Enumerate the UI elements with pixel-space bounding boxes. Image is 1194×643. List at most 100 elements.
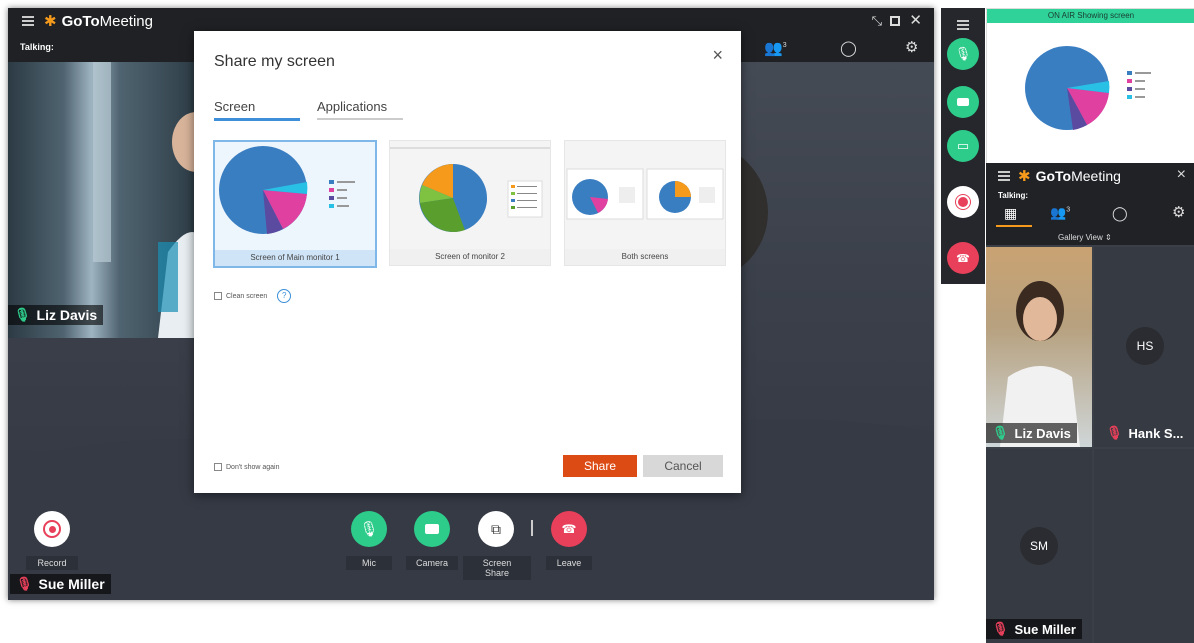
- hang-up-icon: ☎: [956, 252, 970, 265]
- help-icon[interactable]: ?: [277, 289, 292, 303]
- clean-screen-checkbox[interactable]: Clean screen ?: [214, 289, 292, 303]
- screen-share-icon: ⧉: [491, 520, 501, 537]
- mic-on-icon: 🎙: [14, 307, 31, 322]
- app-logo: ✱ GoTo Meeting: [1018, 167, 1121, 185]
- leave-button[interactable]: ☎: [551, 511, 587, 547]
- leave-button[interactable]: ☎: [947, 242, 979, 274]
- cancel-button[interactable]: Cancel: [643, 455, 723, 477]
- dual-screen-preview-icon: [566, 168, 724, 220]
- dialog-title: Share my screen: [214, 53, 335, 70]
- record-icon: [43, 520, 61, 538]
- screen-share-preview: ON AIR Showing screen: [986, 8, 1194, 165]
- attendee-count: 3: [1066, 206, 1071, 214]
- close-window-icon[interactable]: ×: [1177, 166, 1186, 184]
- record-icon: [958, 197, 968, 207]
- grid-view-icon[interactable]: ▦: [1004, 205, 1017, 222]
- gotomeeting-flower-icon: ✱: [44, 13, 57, 30]
- screen-share-label: Screen Share: [463, 556, 531, 580]
- active-tab-indicator: [996, 225, 1032, 227]
- talking-label: Talking:: [20, 42, 54, 52]
- screen-share-button[interactable]: ▭: [947, 130, 979, 162]
- dont-show-again-checkbox[interactable]: Don't show again: [214, 463, 279, 471]
- attendees-icon[interactable]: 👥3: [1050, 205, 1070, 221]
- mic-on-icon: 🎙: [992, 425, 1009, 440]
- leave-label: Leave: [546, 556, 592, 570]
- participant-name: Sue Miller: [38, 576, 105, 592]
- screen-thumbnail-both[interactable]: Both screens: [564, 140, 726, 266]
- talking-label: Talking:: [998, 191, 1029, 200]
- hamburger-menu-icon[interactable]: [957, 20, 969, 30]
- video-tile-sue: SM: [986, 449, 1092, 643]
- mic-muted-icon: 🎙: [1106, 425, 1123, 440]
- logo-text-bold: GoTo: [1035, 168, 1072, 184]
- shared-pie-chart-preview: [1025, 46, 1151, 130]
- share-button[interactable]: Share: [563, 455, 637, 477]
- microphone-icon: 🎙: [359, 521, 379, 538]
- maximize-icon[interactable]: [890, 16, 900, 26]
- chat-icon[interactable]: ◯: [840, 39, 857, 57]
- participant-name-tag-sue: 🎙 Sue Miller: [10, 574, 111, 594]
- participant-name-tag-liz: 🎙 Liz Davis: [8, 305, 104, 325]
- participant-name: Sue Miller: [1014, 621, 1076, 637]
- side-toolbar: Talking: ▦ 👥3 ◯ ⚙ Gallery View ⇕: [986, 189, 1194, 245]
- camera-icon: [425, 524, 439, 534]
- tab-applications[interactable]: Applications: [317, 99, 403, 120]
- participant-name-tag-sue: 🎙 Sue Miller: [986, 619, 1082, 639]
- participant-name: Liz Davis: [36, 307, 98, 323]
- thumbnail-caption: Screen of Main monitor 1: [215, 250, 375, 266]
- empty-tile: [1094, 449, 1194, 643]
- screen-thumbnail-monitor-1[interactable]: Screen of Main monitor 1: [213, 140, 377, 268]
- clean-screen-label: Clean screen: [226, 292, 268, 300]
- tab-screen[interactable]: Screen: [214, 99, 300, 121]
- mic-button[interactable]: 🎙: [947, 38, 979, 70]
- participant-name: Liz Davis: [1014, 425, 1071, 441]
- screen-thumbnail-monitor-2[interactable]: Screen of monitor 2: [389, 140, 551, 266]
- on-air-banner: ON AIR Showing screen: [987, 9, 1194, 23]
- pie-chart-preview-icon: [390, 147, 550, 232]
- video-tile-hank: HS: [1094, 247, 1194, 447]
- record-button[interactable]: [34, 511, 70, 547]
- close-dialog-icon[interactable]: ×: [712, 45, 723, 66]
- side-title-bar: ✱ GoTo Meeting ×: [986, 163, 1194, 189]
- logo-text-rest: Meeting: [1071, 168, 1121, 184]
- video-tile-liz: [8, 62, 194, 338]
- logo-text-rest: Meeting: [99, 12, 153, 30]
- divider: [531, 520, 533, 536]
- chevron-updown-icon: ⇕: [1105, 233, 1112, 242]
- checkbox-box[interactable]: [214, 292, 222, 300]
- avatar: SM: [1020, 527, 1058, 565]
- mic-button[interactable]: 🎙: [351, 511, 387, 547]
- attendees-icon[interactable]: 👥3: [764, 39, 787, 57]
- participant-name-tag-liz: 🎙 Liz Davis: [986, 423, 1077, 443]
- mic-muted-icon: 🎙: [992, 621, 1009, 636]
- participant-name: Hank S...: [1128, 425, 1184, 441]
- app-logo: ✱ GoTo Meeting: [44, 12, 153, 31]
- record-label: Record: [26, 556, 78, 570]
- microphone-icon: 🎙: [954, 46, 972, 61]
- collapse-icon[interactable]: ⤡: [872, 13, 882, 29]
- chat-icon[interactable]: ◯: [1112, 205, 1128, 222]
- hamburger-menu-icon[interactable]: [998, 171, 1010, 181]
- participant-name-tag-hank: 🎙 Hank S...: [1100, 423, 1189, 443]
- avatar: HS: [1126, 327, 1164, 365]
- settings-gear-icon[interactable]: ⚙: [1172, 203, 1185, 221]
- view-label: Gallery View: [1058, 233, 1103, 242]
- settings-gear-icon[interactable]: ⚙: [905, 38, 918, 56]
- checkbox-box[interactable]: [214, 463, 222, 471]
- hamburger-menu-icon[interactable]: [22, 16, 34, 26]
- thumbnail-caption: Both screens: [565, 249, 725, 265]
- camera-button[interactable]: [414, 511, 450, 547]
- camera-button[interactable]: [947, 86, 979, 118]
- camera-label: Camera: [406, 556, 458, 570]
- record-button[interactable]: [947, 186, 979, 218]
- mic-muted-icon: 🎙: [16, 576, 33, 591]
- attendee-count: 3: [782, 42, 787, 49]
- gotomeeting-flower-icon: ✱: [1018, 168, 1031, 185]
- logo-text-bold: GoTo: [61, 12, 100, 30]
- gallery-view-selector[interactable]: Gallery View ⇕: [1058, 233, 1112, 242]
- hang-up-icon: ☎: [561, 522, 577, 536]
- share-screen-dialog: Share my screen × Screen Applications Sc…: [194, 31, 741, 493]
- screen-share-button[interactable]: ⧉: [478, 511, 514, 547]
- screen-share-icon: ▭: [956, 138, 970, 153]
- close-window-icon[interactable]: ✕: [909, 11, 922, 29]
